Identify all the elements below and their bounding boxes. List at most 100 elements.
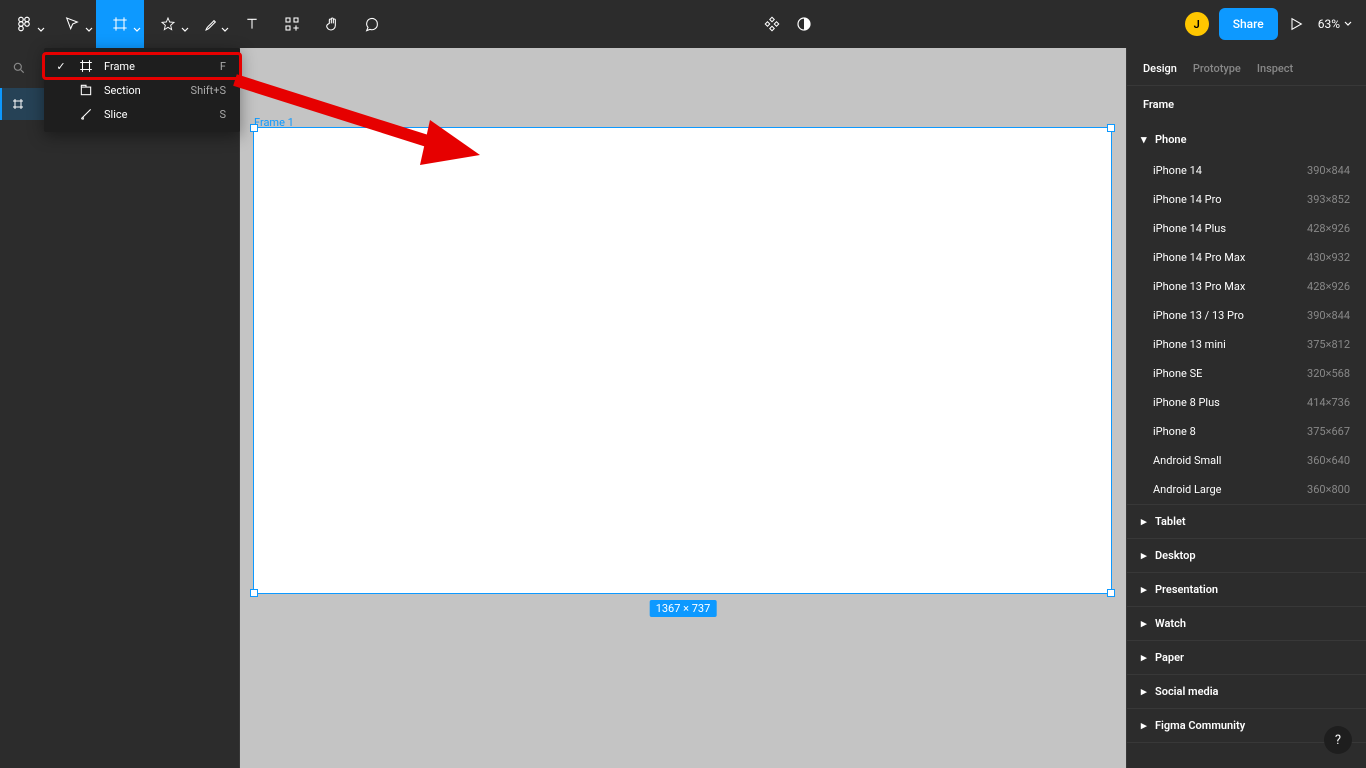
selection-handle-tr[interactable]	[1107, 124, 1115, 132]
preset-dimensions: 414×736	[1307, 396, 1350, 409]
frame-preset[interactable]: iPhone SE320×568	[1127, 359, 1366, 388]
frame-preset[interactable]: iPhone 14 Plus428×926	[1127, 214, 1366, 243]
slice-icon	[78, 107, 94, 121]
frame-preset[interactable]: iPhone 13 mini375×812	[1127, 330, 1366, 359]
preset-group-header[interactable]: ▸ Presentation	[1127, 573, 1366, 606]
help-button[interactable]: ?	[1324, 726, 1352, 754]
design-panel: Design Prototype Inspect Frame ▾ Phone i…	[1126, 48, 1366, 768]
preset-dimensions: 360×640	[1307, 454, 1350, 467]
preset-group-label: Watch	[1155, 617, 1186, 630]
text-tool-button[interactable]	[232, 0, 272, 48]
chevron-down-icon	[221, 26, 229, 34]
top-toolbar: J Share 63%	[0, 0, 1366, 48]
preset-dimensions: 320×568	[1307, 367, 1350, 380]
dropdown-item-label: Slice	[104, 108, 209, 121]
mask-icon[interactable]	[795, 15, 813, 33]
zoom-label: 63%	[1318, 17, 1340, 31]
frame-preset[interactable]: iPhone 14390×844	[1127, 156, 1366, 185]
star-icon	[160, 16, 176, 32]
share-button[interactable]: Share	[1219, 8, 1278, 40]
triangle-right-icon: ▸	[1141, 583, 1149, 596]
preset-group-header[interactable]: ▸Social media	[1127, 675, 1366, 708]
tab-design[interactable]: Design	[1143, 62, 1177, 75]
pen-tool-button[interactable]	[192, 0, 232, 48]
frame-preset[interactable]: Android Small360×640	[1127, 446, 1366, 475]
frame-preset[interactable]: iPhone 8375×667	[1127, 417, 1366, 446]
shape-tool-button[interactable]	[144, 0, 192, 48]
frame-presets-heading: Frame	[1127, 86, 1366, 123]
preset-group-label: Presentation	[1155, 583, 1218, 596]
search-icon[interactable]	[12, 61, 26, 75]
frame-preset[interactable]: iPhone 13 / 13 Pro 390×844	[1127, 301, 1366, 330]
components-icon[interactable]	[763, 15, 781, 33]
frame-preset[interactable]: Android Large360×800	[1127, 475, 1366, 504]
frame-icon	[78, 59, 94, 73]
frame-preset[interactable]: iPhone 13 Pro Max428×926	[1127, 272, 1366, 301]
chevron-down-icon	[181, 26, 189, 34]
preset-group-label: Paper	[1155, 651, 1184, 664]
present-icon[interactable]	[1288, 16, 1304, 32]
dropdown-item-section[interactable]: Section Shift+S	[44, 78, 240, 102]
preset-dimensions: 428×926	[1307, 222, 1350, 235]
triangle-right-icon: ▸	[1141, 617, 1149, 630]
user-avatar[interactable]: J	[1185, 12, 1209, 36]
preset-group-header[interactable]: ▸ Tablet	[1127, 505, 1366, 538]
resources-icon	[284, 16, 300, 32]
frame-1[interactable]	[254, 128, 1111, 593]
preset-name: iPhone 13 / 13 Pro	[1153, 309, 1244, 322]
preset-group-label: Figma Community	[1155, 719, 1245, 732]
figma-logo-icon	[15, 15, 33, 33]
preset-group-label: Desktop	[1155, 549, 1196, 562]
preset-dimensions: 390×844	[1307, 309, 1350, 322]
section-icon	[78, 83, 94, 97]
dropdown-item-label: Frame	[104, 60, 210, 73]
canvas[interactable]: Frame 1 1367 × 737	[240, 48, 1126, 768]
frame-tool-dropdown: ✓ Frame F Section Shift+S Slice S	[44, 48, 240, 132]
toolbar-left-group	[0, 0, 392, 48]
frame-tool-button[interactable]	[96, 0, 144, 48]
frame-preset[interactable]: iPhone 8 Plus 414×736	[1127, 388, 1366, 417]
comment-tool-button[interactable]	[352, 0, 392, 48]
tab-prototype[interactable]: Prototype	[1193, 62, 1241, 75]
frame-preset[interactable]: iPhone 14 Pro Max430×932	[1127, 243, 1366, 272]
zoom-select[interactable]: 63%	[1314, 17, 1356, 31]
layers-panel	[0, 48, 240, 768]
selection-handle-br[interactable]	[1107, 589, 1115, 597]
chevron-down-icon	[37, 26, 45, 34]
dropdown-item-shortcut: F	[220, 60, 226, 73]
preset-group-header[interactable]: ▸ Watch	[1127, 607, 1366, 640]
toolbar-center-group	[763, 15, 813, 33]
move-tool-button[interactable]	[48, 0, 96, 48]
preset-name: Android Large	[1153, 483, 1222, 496]
dropdown-item-shortcut: Shift+S	[191, 84, 226, 97]
dropdown-item-shortcut: S	[219, 108, 226, 121]
selection-handle-bl[interactable]	[250, 589, 258, 597]
preset-group-header[interactable]: ▸Paper	[1127, 641, 1366, 674]
triangle-right-icon: ▸	[1141, 515, 1149, 528]
preset-group-label: Phone	[1155, 133, 1187, 146]
preset-dimensions: 375×812	[1307, 338, 1350, 351]
triangle-right-icon: ▸	[1141, 549, 1149, 562]
main-menu-button[interactable]	[0, 0, 48, 48]
comment-icon	[364, 16, 380, 32]
frame-icon	[112, 16, 128, 32]
tab-inspect[interactable]: Inspect	[1257, 62, 1293, 75]
preset-name: iPhone 13 Pro Max	[1153, 280, 1245, 293]
preset-dimensions: 375×667	[1307, 425, 1350, 438]
preset-name: iPhone 8 Plus	[1153, 396, 1220, 409]
resources-tool-button[interactable]	[272, 0, 312, 48]
chevron-down-icon	[133, 26, 141, 34]
toolbar-right-group: J Share 63%	[1185, 8, 1356, 40]
preset-group-header[interactable]: ▸ Desktop	[1127, 539, 1366, 572]
triangle-down-icon: ▾	[1141, 133, 1149, 146]
text-icon	[244, 16, 260, 32]
dropdown-item-frame[interactable]: ✓ Frame F	[44, 54, 240, 78]
hand-tool-button[interactable]	[312, 0, 352, 48]
dropdown-item-slice[interactable]: Slice S	[44, 102, 240, 126]
preset-dimensions: 393×852	[1307, 193, 1350, 206]
preset-group-phone-header[interactable]: ▾ Phone	[1127, 123, 1366, 156]
preset-name: iPhone 14 Pro	[1153, 193, 1222, 206]
selection-handle-tl[interactable]	[250, 124, 258, 132]
preset-group-label: Tablet	[1155, 515, 1186, 528]
frame-preset[interactable]: iPhone 14 Pro 393×852	[1127, 185, 1366, 214]
